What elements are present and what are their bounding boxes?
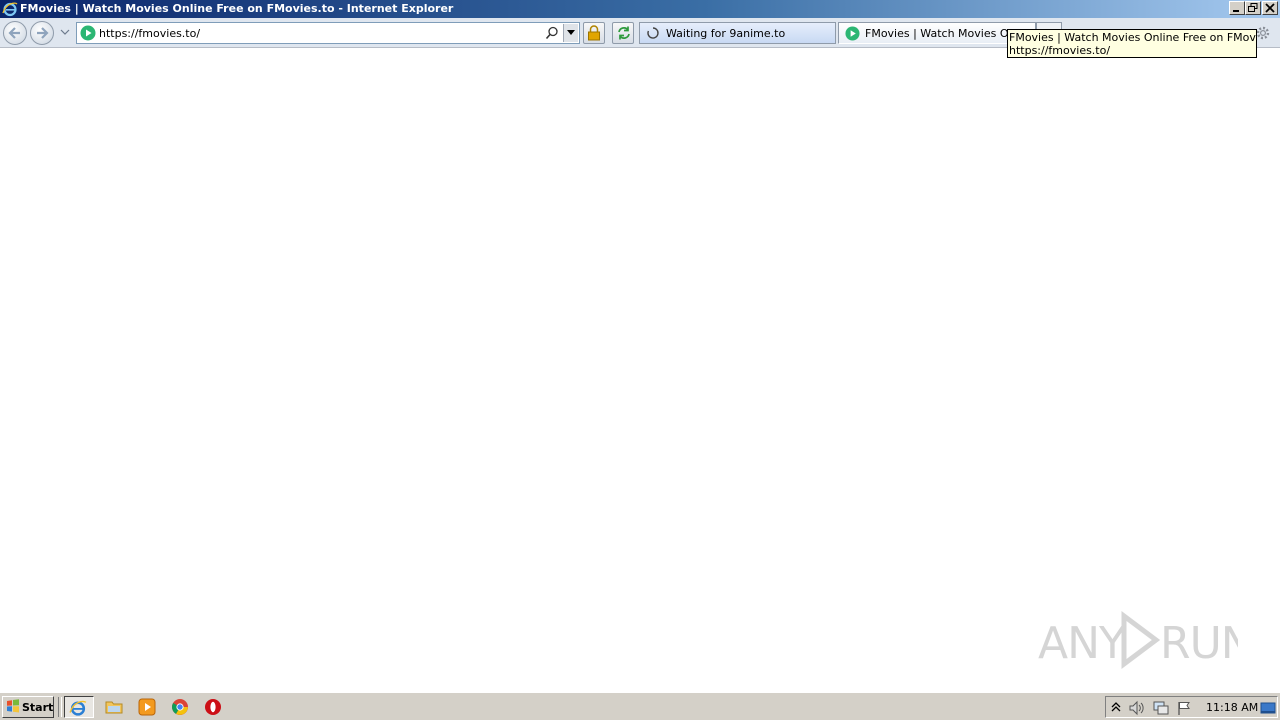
loading-spinner-icon	[647, 27, 659, 39]
show-desktop-icon[interactable]	[1260, 701, 1276, 715]
minimize-button[interactable]	[1229, 1, 1245, 15]
lock-icon	[588, 25, 600, 41]
taskbar-file-explorer[interactable]	[101, 696, 127, 718]
taskbar-chrome[interactable]	[167, 696, 193, 718]
title-bar: FMovies | Watch Movies Online Free on FM…	[0, 0, 1280, 18]
svg-text:ANY: ANY	[1038, 618, 1126, 669]
refresh-icon	[618, 26, 630, 40]
start-button[interactable]: Start	[2, 696, 54, 718]
volume-icon[interactable]	[1128, 700, 1146, 716]
security-report-button[interactable]	[583, 22, 605, 44]
windows-logo-icon	[7, 699, 19, 713]
media-player-icon	[138, 698, 156, 716]
restore-button[interactable]	[1245, 1, 1261, 15]
refresh-button[interactable]	[612, 22, 634, 44]
tab-tooltip: FMovies | Watch Movies Online Free on FM…	[1007, 29, 1257, 58]
internet-explorer-icon	[69, 700, 87, 716]
tab-9anime[interactable]: Waiting for 9anime.to	[639, 22, 836, 44]
search-icon[interactable]	[545, 26, 559, 40]
tooltip-url: https://fmovies.to/	[1009, 44, 1111, 57]
taskbar-separator	[58, 697, 62, 717]
chrome-icon	[172, 699, 188, 715]
restore-icon	[1248, 3, 1258, 12]
internet-explorer-icon	[2, 2, 18, 17]
forward-arrow-icon	[37, 27, 49, 39]
site-favicon-icon	[845, 26, 860, 41]
taskbar-opera[interactable]	[200, 696, 226, 718]
system-tray: 11:18 AM	[1105, 696, 1278, 718]
close-icon	[1265, 3, 1275, 13]
close-button[interactable]	[1262, 1, 1278, 15]
address-url[interactable]: https://fmovies.to/	[99, 27, 200, 40]
show-hidden-icons-chevron-icon[interactable]	[1111, 701, 1121, 713]
taskbar-internet-explorer[interactable]	[64, 696, 94, 718]
window-title: FMovies | Watch Movies Online Free on FM…	[20, 2, 454, 15]
opera-icon	[205, 699, 221, 715]
minimize-icon	[1233, 10, 1239, 12]
network-icon[interactable]	[1152, 700, 1170, 716]
taskbar-media-player[interactable]	[134, 696, 160, 718]
back-button[interactable]	[3, 21, 27, 45]
back-arrow-icon	[8, 27, 20, 39]
gear-icon[interactable]	[1255, 25, 1271, 41]
tooltip-title: FMovies | Watch Movies Online Free on FM…	[1009, 31, 1257, 44]
chevron-down-icon	[567, 30, 575, 35]
start-label: Start	[22, 701, 54, 714]
clock[interactable]: 11:18 AM	[1206, 701, 1258, 714]
address-dropdown-button[interactable]	[563, 24, 578, 42]
action-center-flag-icon[interactable]	[1176, 700, 1192, 716]
site-favicon-icon	[80, 25, 96, 41]
address-bar[interactable]: https://fmovies.to/	[76, 22, 580, 44]
taskbar: Start 11:18 AM	[0, 692, 1280, 720]
recent-pages-dropdown-icon[interactable]	[60, 29, 70, 35]
folder-icon	[105, 701, 123, 714]
forward-button[interactable]	[30, 21, 54, 45]
svg-text:RUN: RUN	[1160, 618, 1238, 669]
tab-label: Waiting for 9anime.to	[666, 27, 786, 40]
anyrun-watermark-logo: ANY RUN	[1038, 611, 1238, 669]
